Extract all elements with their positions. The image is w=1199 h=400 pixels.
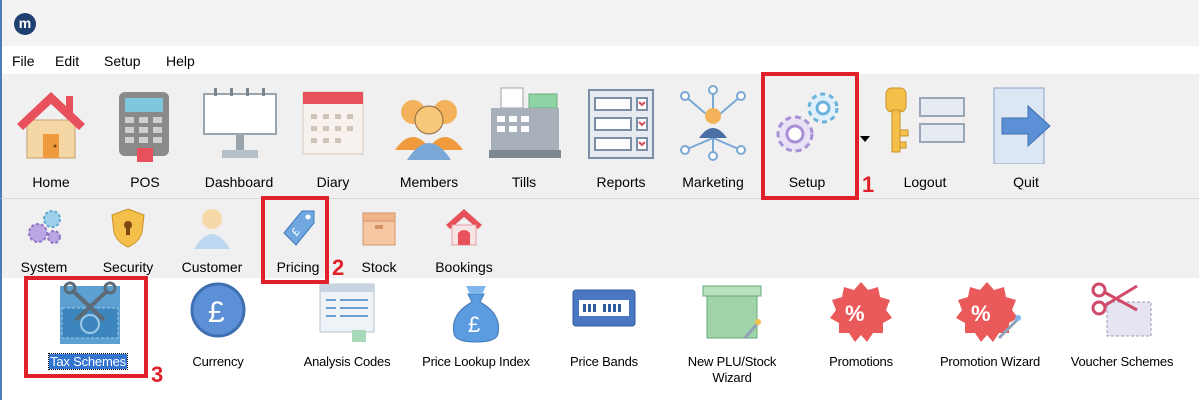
toolbar-pos-button[interactable]: POS bbox=[106, 80, 184, 192]
promotions-button[interactable]: % Promotions bbox=[816, 280, 906, 398]
ribbon-label-security: Security bbox=[102, 259, 154, 275]
toolbar-label-tills: Tills bbox=[511, 174, 537, 190]
ribbon-stock-button[interactable]: Stock bbox=[348, 203, 410, 277]
svg-text:£: £ bbox=[468, 312, 480, 337]
toolbar-label-members: Members bbox=[399, 174, 459, 190]
price-band-icon bbox=[572, 289, 636, 327]
report-form-icon bbox=[588, 89, 654, 159]
system-gears-icon bbox=[28, 210, 61, 244]
toolbar-logout-button[interactable]: Logout bbox=[880, 80, 970, 192]
app-logo-icon: m bbox=[14, 13, 36, 35]
pound-coin-icon: £ bbox=[190, 282, 246, 338]
price-bands-button[interactable]: Price Bands bbox=[558, 280, 650, 398]
toolbar-dashboard-button[interactable]: Dashboard bbox=[200, 80, 278, 192]
promotion-wizard-label: Promotion Wizard bbox=[939, 354, 1041, 369]
menu-setup[interactable]: Setup bbox=[104, 53, 141, 69]
toolbar-label-marketing: Marketing bbox=[682, 174, 744, 190]
cash-register-icon bbox=[489, 87, 561, 158]
toolbar-diary-button[interactable]: Diary bbox=[294, 80, 372, 192]
price-lookup-index-label: Price Lookup Index bbox=[422, 354, 530, 369]
toolbar-label-logout: Logout bbox=[903, 174, 947, 190]
ribbon-customer-button[interactable]: Customer bbox=[172, 203, 252, 277]
analysis-codes-button[interactable]: Analysis Codes bbox=[290, 280, 404, 398]
voucher-scissors-icon bbox=[1091, 282, 1152, 337]
price-lookup-index-button[interactable]: £ Price Lookup Index bbox=[422, 280, 530, 398]
toolbar-setup-button[interactable]: Setup bbox=[768, 80, 846, 192]
ribbon-label-customer: Customer bbox=[181, 259, 243, 275]
setup-dropdown-arrow-icon[interactable] bbox=[860, 136, 870, 142]
home-icon bbox=[17, 92, 85, 159]
ribbon-system-button[interactable]: System bbox=[12, 203, 76, 277]
gears-icon bbox=[776, 92, 839, 153]
annotation-step-1: 1 bbox=[862, 172, 875, 197]
toolbar-label-pos: POS bbox=[130, 174, 160, 190]
toolbar-marketing-button[interactable]: Marketing bbox=[674, 80, 752, 192]
key-icon bbox=[885, 87, 965, 153]
new-plu-stock-wizard-button[interactable]: New PLU/Stock Wizard bbox=[672, 280, 792, 398]
ribbon-label-stock: Stock bbox=[361, 259, 397, 275]
ribbon-bookings-button[interactable]: Bookings bbox=[426, 203, 502, 277]
security-shield-icon bbox=[111, 208, 145, 248]
network-person-icon bbox=[680, 85, 746, 161]
toolbar-label-diary: Diary bbox=[316, 174, 350, 190]
setup-ribbon: System Security Customer £ Pricing Stock bbox=[0, 198, 1199, 278]
voucher-schemes-button[interactable]: Voucher Schemes bbox=[1056, 280, 1188, 398]
pos-terminal-icon bbox=[119, 92, 169, 162]
customer-person-icon bbox=[194, 209, 230, 249]
toolbar-label-quit: Quit bbox=[1013, 174, 1039, 190]
toolbar-label-dashboard: Dashboard bbox=[204, 174, 274, 190]
title-bar: m bbox=[0, 0, 1199, 46]
ribbon-label-system: System bbox=[20, 259, 68, 275]
voucher-schemes-label: Voucher Schemes bbox=[1070, 354, 1174, 369]
tax-scissors-icon bbox=[60, 281, 120, 344]
svg-text:%: % bbox=[845, 301, 865, 326]
new-plu-stock-wizard-label: New PLU/Stock Wizard bbox=[687, 354, 777, 385]
toolbar-quit-button[interactable]: Quit bbox=[987, 80, 1065, 192]
price-tag-icon: £ bbox=[283, 210, 315, 246]
menu-file[interactable]: File bbox=[12, 53, 35, 69]
bookings-house-icon bbox=[446, 209, 482, 246]
stock-box-icon bbox=[362, 212, 396, 246]
document-list-icon bbox=[319, 283, 375, 342]
svg-text:%: % bbox=[971, 301, 991, 326]
percent-badge-icon: % bbox=[830, 282, 892, 342]
tax-schemes-button[interactable]: Tax Schemes bbox=[32, 280, 144, 398]
annotation-step-3: 3 bbox=[151, 362, 164, 387]
toolbar-label-reports: Reports bbox=[596, 174, 646, 190]
main-toolbar: Home POS Dashboard Diary Members Tills R… bbox=[0, 74, 1199, 198]
calendar-icon bbox=[302, 91, 364, 155]
price-bands-label: Price Bands bbox=[570, 354, 638, 369]
annotation-step-2: 2 bbox=[332, 255, 345, 280]
tax-schemes-label: Tax Schemes bbox=[48, 353, 128, 370]
exit-arrow-icon bbox=[993, 87, 1051, 164]
currency-button[interactable]: £ Currency bbox=[174, 280, 262, 398]
toolbar-reports-button[interactable]: Reports bbox=[582, 80, 660, 192]
percent-wand-icon: % bbox=[956, 282, 1021, 342]
svg-text:£: £ bbox=[208, 296, 225, 329]
box-wand-icon bbox=[702, 285, 762, 339]
menu-edit[interactable]: Edit bbox=[55, 53, 79, 69]
ribbon-label-bookings: Bookings bbox=[435, 259, 493, 275]
currency-label: Currency bbox=[192, 354, 244, 369]
members-group-icon bbox=[395, 100, 463, 160]
analysis-codes-label: Analysis Codes bbox=[303, 354, 391, 369]
menu-bar: File Edit Setup Help bbox=[0, 46, 1199, 74]
ribbon-pricing-button[interactable]: £ Pricing bbox=[266, 203, 330, 277]
ribbon-label-pricing: Pricing bbox=[276, 259, 320, 275]
money-bag-icon: £ bbox=[452, 286, 500, 343]
toolbar-home-button[interactable]: Home bbox=[12, 80, 90, 192]
promotions-label: Promotions bbox=[829, 354, 893, 369]
toolbar-label-home: Home bbox=[32, 174, 70, 190]
toolbar-tills-button[interactable]: Tills bbox=[485, 80, 563, 192]
promotion-wizard-button[interactable]: % Promotion Wizard bbox=[930, 280, 1050, 398]
toolbar-label-setup: Setup bbox=[788, 174, 826, 190]
toolbar-members-button[interactable]: Members bbox=[390, 80, 468, 192]
ribbon-security-button[interactable]: Security bbox=[96, 203, 160, 277]
pricing-panel: Tax Schemes £ Currency Analysis Codes £ … bbox=[0, 278, 1199, 400]
menu-help[interactable]: Help bbox=[166, 53, 195, 69]
dashboard-board-icon bbox=[203, 88, 277, 158]
